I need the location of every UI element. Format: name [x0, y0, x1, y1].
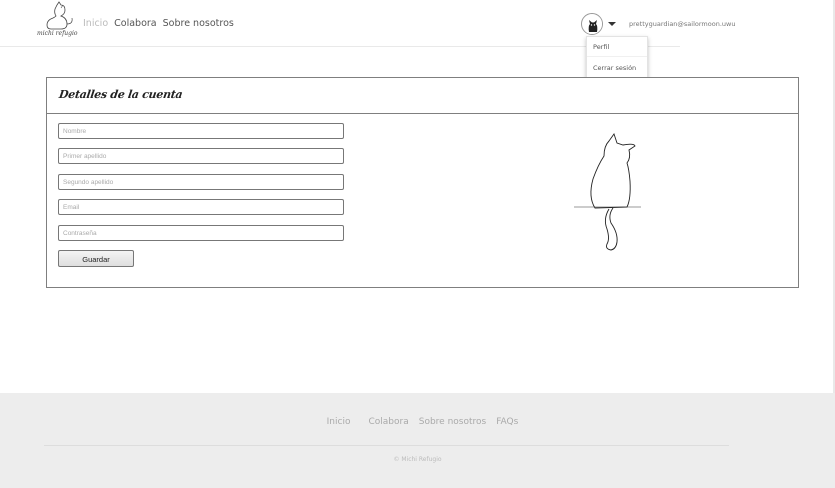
user-dropdown-menu: Perfil Cerrar sesión	[586, 36, 648, 78]
user-avatar[interactable]	[581, 13, 603, 35]
cat-avatar-icon	[583, 15, 602, 34]
nombre-field[interactable]: Nombre	[58, 123, 344, 139]
menu-item-cerrar-sesion[interactable]: Cerrar sesión	[593, 64, 636, 72]
logo-text: michi refugio	[37, 30, 78, 37]
cat-illustration-icon	[574, 133, 641, 251]
footer-link-colabora[interactable]: Colabora	[368, 417, 408, 427]
menu-item-perfil[interactable]: Perfil	[593, 43, 609, 51]
logo[interactable]: michi refugio	[37, 0, 78, 40]
footer-divider	[44, 445, 729, 446]
nav-colabora[interactable]: Colabora	[114, 18, 156, 29]
nav-sobre-nosotros[interactable]: Sobre nosotros	[163, 18, 234, 29]
footer-nav: Inicio Colabora Sobre nosotros FAQs	[0, 417, 835, 427]
footer-link-faqs[interactable]: FAQs	[496, 417, 518, 427]
header-divider	[0, 46, 680, 47]
password-field[interactable]: Contraseña	[58, 225, 344, 241]
nav-inicio[interactable]: Inicio	[83, 18, 108, 29]
card-header: Detalles de la cuenta	[47, 78, 798, 114]
site-header: michi refugio Inicio Colabora Sobre noso…	[0, 0, 835, 78]
page-title: Detalles de la cuenta	[58, 88, 184, 101]
primer-apellido-field[interactable]: Primer apellido	[58, 148, 344, 164]
main-nav: Inicio Colabora Sobre nosotros	[83, 18, 234, 29]
chevron-down-icon[interactable]	[608, 22, 616, 26]
account-details-card: Detalles de la cuenta Nombre Primer apel…	[46, 77, 799, 288]
site-footer: Inicio Colabora Sobre nosotros FAQs © Mi…	[0, 393, 835, 488]
footer-link-inicio[interactable]: Inicio	[327, 417, 351, 427]
email-field[interactable]: Email	[58, 199, 344, 215]
copyright: © Michi Refugio	[393, 456, 442, 463]
user-email[interactable]: prettyguardian@sailormoon.uwu	[629, 20, 735, 28]
page: michi refugio Inicio Colabora Sobre noso…	[0, 0, 835, 488]
footer-link-sobre-nosotros[interactable]: Sobre nosotros	[419, 417, 486, 427]
save-button[interactable]: Guardar	[58, 250, 134, 267]
segundo-apellido-field[interactable]: Segundo apellido	[58, 174, 344, 190]
cat-logo-icon	[46, 1, 73, 30]
menu-divider	[587, 56, 647, 57]
